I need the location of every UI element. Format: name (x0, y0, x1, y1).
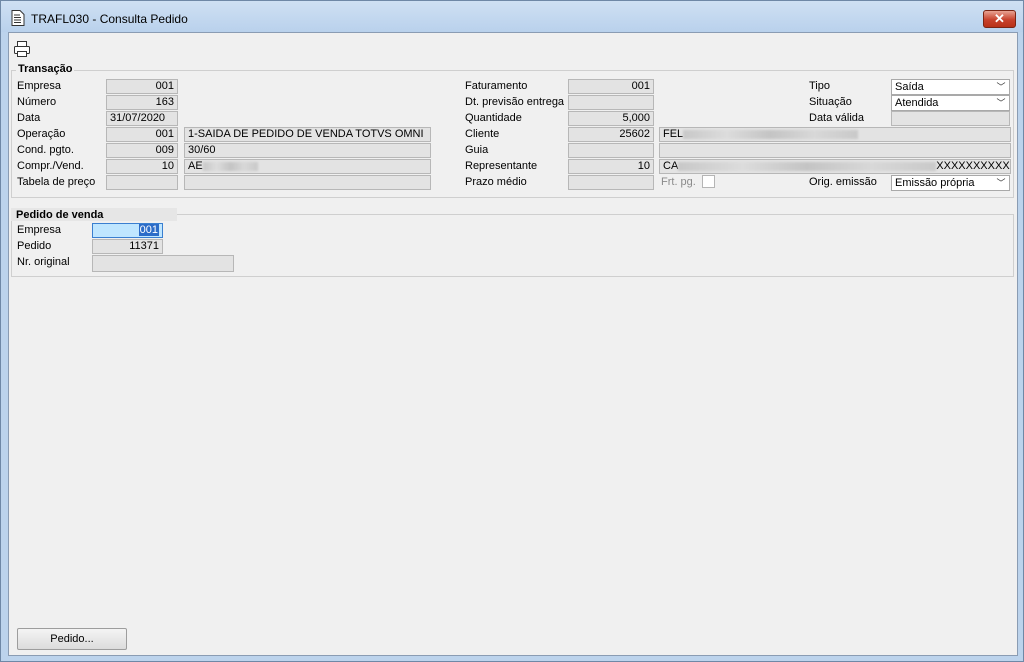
pv-empresa-value: 001 (138, 224, 159, 236)
tabela-preco-label: Tabela de preço (17, 176, 96, 188)
tabela-preco-code-field[interactable] (106, 175, 178, 190)
situacao-select[interactable]: Atendida ﹀ (891, 95, 1010, 111)
data-valida-label: Data válida (809, 112, 865, 124)
numero-field[interactable]: 163 (106, 95, 178, 110)
chevron-down-icon[interactable]: ﹀ (993, 80, 1009, 94)
empresa-label: Empresa (17, 80, 62, 92)
guia-code-field[interactable] (568, 143, 654, 158)
numero-label: Número (17, 96, 57, 108)
pv-pedido-field[interactable]: 11371 (92, 239, 163, 254)
representante-desc-text: CA (663, 160, 679, 172)
dt-previsao-label: Dt. previsão entrega (465, 96, 565, 108)
situacao-value: Atendida (895, 97, 939, 109)
situacao-label: Situação (809, 96, 852, 108)
prazo-medio-label: Prazo médio (465, 176, 527, 188)
transacao-title: Transação (16, 63, 75, 75)
chevron-down-icon[interactable]: ﹀ (993, 176, 1009, 190)
operacao-label: Operação (17, 128, 66, 140)
guia-label: Guia (465, 144, 489, 156)
compr-vend-code-field[interactable]: 10 (106, 159, 178, 174)
cond-pgto-desc-field[interactable]: 30/60 (184, 143, 431, 158)
data-field[interactable]: 31/07/2020 (106, 111, 178, 126)
pedido-button[interactable]: Pedido... (17, 628, 127, 650)
pedido-venda-title: Pedido de venda (16, 209, 104, 221)
tipo-value: Saída (895, 81, 924, 93)
orig-emissao-label: Orig. emissão (809, 176, 877, 188)
tipo-select[interactable]: Saída ﹀ (891, 79, 1010, 95)
cliente-desc-field[interactable]: FEL (659, 127, 1011, 142)
quantidade-label: Quantidade (465, 112, 522, 124)
compr-vend-desc-field[interactable]: AE (184, 159, 431, 174)
close-button[interactable]: ✕ (983, 10, 1016, 28)
title-bar: TRAFL030 - Consulta Pedido ✕ (1, 1, 1023, 32)
document-icon (11, 10, 25, 26)
empresa-field[interactable]: 001 (106, 79, 178, 94)
printer-icon[interactable] (13, 40, 31, 58)
pv-pedido-label: Pedido (17, 240, 52, 252)
chevron-down-icon[interactable]: ﹀ (993, 96, 1009, 110)
tipo-label: Tipo (809, 80, 830, 92)
pv-empresa-label: Empresa (17, 224, 62, 236)
client-area: Transação Empresa 001 Número 163 Data 31… (8, 32, 1018, 656)
compr-vend-label: Compr./Vend. (17, 160, 84, 172)
cliente-desc-text: FEL (663, 128, 684, 140)
cliente-label: Cliente (465, 128, 500, 140)
faturamento-field[interactable]: 001 (568, 79, 654, 94)
data-valida-field[interactable] (891, 111, 1010, 126)
operacao-desc-field[interactable]: 1-SAIDA DE PEDIDO DE VENDA TOTVS OMNI (184, 127, 431, 142)
frt-pg-checkbox[interactable] (702, 175, 715, 188)
orig-emissao-value: Emissão própria (895, 177, 975, 189)
redacted-blur (683, 129, 859, 139)
pv-nr-original-field[interactable] (92, 255, 234, 272)
window-title: TRAFL030 - Consulta Pedido (31, 12, 188, 26)
quantidade-field[interactable]: 5,000 (568, 111, 654, 126)
frt-pg-label: Frt. pg. (661, 176, 696, 188)
data-label: Data (17, 112, 41, 124)
representante-code-field[interactable]: 10 (568, 159, 654, 174)
prazo-medio-field[interactable] (568, 175, 654, 190)
representante-desc-suffix: XXXXXXXXXX (936, 160, 1010, 172)
operacao-code-field[interactable]: 001 (106, 127, 178, 142)
pv-empresa-field[interactable]: 001 (92, 223, 163, 238)
cond-pgto-code-field[interactable]: 009 (106, 143, 178, 158)
dt-previsao-field[interactable] (568, 95, 654, 110)
redacted-blur (202, 161, 258, 171)
orig-emissao-select[interactable]: Emissão própria ﹀ (891, 175, 1010, 191)
redacted-blur (678, 161, 937, 171)
representante-desc-field[interactable]: CA XXXXXXXXXX (659, 159, 1011, 174)
compr-vend-desc-text: AE (188, 160, 203, 172)
cond-pgto-label: Cond. pgto. (17, 144, 74, 156)
pv-nr-original-label: Nr. original (17, 256, 70, 268)
main-window: TRAFL030 - Consulta Pedido ✕ Transação E… (0, 0, 1024, 662)
representante-label: Representante (465, 160, 538, 172)
faturamento-label: Faturamento (465, 80, 528, 92)
tabela-preco-desc-field[interactable] (184, 175, 431, 190)
guia-desc-field[interactable] (659, 143, 1011, 158)
cliente-code-field[interactable]: 25602 (568, 127, 654, 142)
